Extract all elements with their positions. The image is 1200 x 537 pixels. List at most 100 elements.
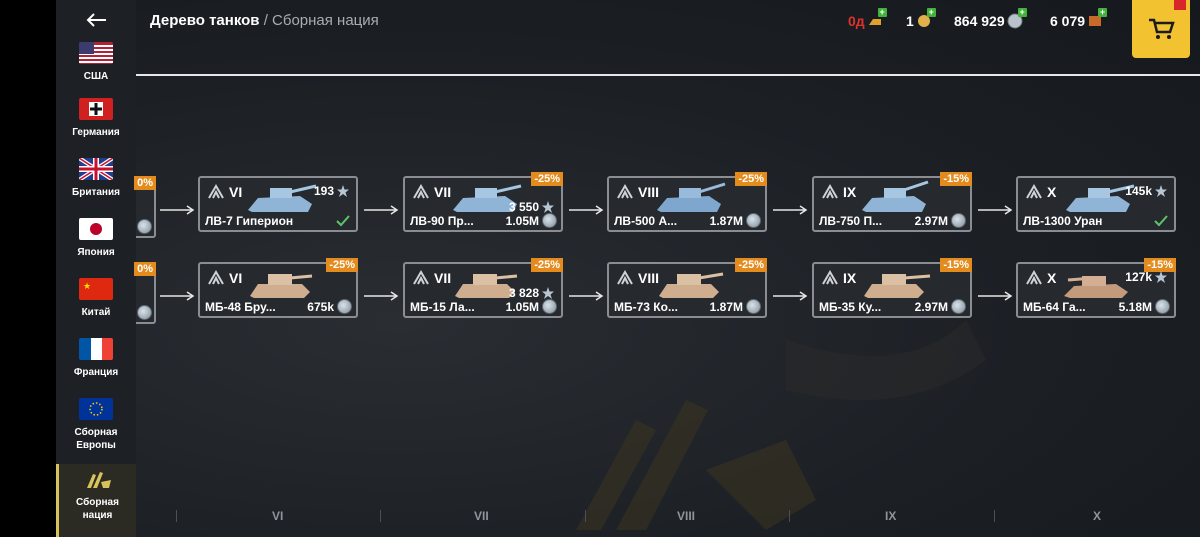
light-tank-class-icon <box>822 184 838 199</box>
discount-badge: -25% <box>531 258 563 272</box>
discount-badge: -15% <box>940 258 972 272</box>
tier-divider <box>585 510 586 522</box>
arrow-right-icon <box>160 291 195 301</box>
tank-price: 1.87M <box>709 300 743 314</box>
shop-notification-badge <box>1174 0 1186 10</box>
plus-icon: + <box>1098 7 1108 17</box>
page-title: Дерево танков / Сборная нация <box>150 12 379 29</box>
free-xp-star-icon <box>542 201 554 213</box>
tank-tier: X <box>1047 184 1057 200</box>
gold-value: 6 079 <box>1050 13 1086 29</box>
free-xp-star-icon <box>1155 271 1167 283</box>
medium-tank-class-icon <box>1026 270 1042 285</box>
arrow-right-icon <box>773 291 808 301</box>
tank-card[interactable]: VI 193 ЛВ-7 Гиперион <box>198 176 358 232</box>
credits-coin-icon <box>137 219 152 234</box>
credits-counter[interactable]: 864 929 + <box>954 8 1027 32</box>
title-main: Дерево танков <box>150 12 260 29</box>
nation-label: Германия <box>72 127 120 138</box>
nation-japan[interactable]: Япония <box>56 214 136 272</box>
shop-button[interactable] <box>1132 0 1190 58</box>
tank-name: ЛВ-500 А... <box>614 214 678 228</box>
flag-europe-icon <box>79 398 113 420</box>
booster-value: 1 <box>906 13 914 29</box>
credits-coin-icon <box>1155 299 1170 314</box>
tank-name: ЛВ-750 П... <box>819 214 883 228</box>
plus-icon: + <box>1017 7 1027 17</box>
tank-tier: X <box>1047 270 1057 286</box>
tech-tree-screen: США Германия Британия Япония ★ Китай Фра… <box>0 0 1200 537</box>
tank-card[interactable]: -15% X 127k МБ-64 Га... 5.18M <box>1016 258 1176 318</box>
breadcrumb-separator: / <box>263 12 268 29</box>
gold-icon: + <box>1087 8 1108 29</box>
tank-card[interactable]: X 145k ЛВ-1300 Уран <box>1016 176 1176 232</box>
flag-germany-icon <box>79 98 113 120</box>
tank-image <box>862 180 929 212</box>
tank-card[interactable]: -15% IX ЛВ-750 П... 2.97M <box>812 172 972 232</box>
tank-name: МБ-35 Ку... <box>819 300 882 314</box>
arrow-right-icon <box>978 205 1013 215</box>
nation-label: Франция <box>73 367 119 378</box>
tank-image <box>864 274 931 298</box>
tank-card-partial[interactable]: 0% <box>134 176 156 238</box>
arrow-right-icon <box>569 205 604 215</box>
tank-name: ЛВ-90 Пр... <box>410 214 474 228</box>
nation-usa[interactable]: США <box>56 38 136 96</box>
plus-icon: + <box>926 7 936 17</box>
nation-china[interactable]: ★ Китай <box>56 274 136 332</box>
tank-card[interactable]: -25% VI МБ-48 Бру... 675k <box>198 258 358 318</box>
tank-card[interactable]: -25% VIII ЛВ-500 А... 1.87M <box>607 172 767 232</box>
booster-counter[interactable]: 1 + <box>906 8 936 32</box>
nation-germany[interactable]: Германия <box>56 94 136 152</box>
credits-coin-icon: + <box>1007 8 1027 29</box>
svg-text:★: ★ <box>83 282 91 292</box>
researched-check-icon <box>336 215 350 227</box>
credits-coin-icon <box>951 213 966 228</box>
header-divider <box>136 74 1200 76</box>
tier-column-label: VI <box>272 509 284 523</box>
nation-label: США <box>83 71 109 82</box>
nation-france[interactable]: Франция <box>56 334 136 392</box>
tank-name: ЛВ-1300 Уран <box>1023 214 1103 228</box>
nation-label: Япония <box>77 247 115 258</box>
tank-card[interactable]: -15% IX МБ-35 Ку... 2.97M <box>812 258 972 318</box>
credits-coin-icon <box>137 305 152 320</box>
discount-badge: -25% <box>531 172 563 186</box>
nation-label: Британия <box>72 187 120 198</box>
tank-name: МБ-48 Бру... <box>205 300 276 314</box>
breadcrumb-current: Сборная нация <box>272 12 379 29</box>
tier-column-label: VIII <box>677 509 696 523</box>
tank-card-partial[interactable]: 0% <box>134 262 156 324</box>
tank-card[interactable]: -25% VII 3 828 МБ-15 Ла... 1.05M <box>403 258 563 318</box>
premium-time-counter[interactable]: 0д + <box>848 8 887 32</box>
gold-counter[interactable]: 6 079 + <box>1050 8 1108 32</box>
flag-uk-icon <box>79 158 113 180</box>
tank-xp: 3 550 <box>508 200 539 214</box>
discount-badge: -25% <box>735 172 767 186</box>
discount-badge: 0% <box>134 262 156 276</box>
tank-card[interactable]: -25% VII 3 550 ЛВ-90 Пр... 1.05M <box>403 172 563 232</box>
nation-label: Сборная Европы <box>74 427 118 451</box>
tank-price: 1.05M <box>505 300 539 314</box>
credits-value: 864 929 <box>954 13 1005 29</box>
nation-label: Сборная нация <box>76 497 119 521</box>
nation-europe[interactable]: Сборная Европы <box>56 394 136 462</box>
back-button[interactable] <box>76 6 116 34</box>
tank-xp: 127k <box>1125 270 1152 284</box>
arrow-right-icon <box>978 291 1013 301</box>
credits-coin-icon <box>337 299 352 314</box>
researched-check-icon <box>1154 215 1168 227</box>
arrow-left-icon <box>86 13 106 27</box>
flag-china-icon: ★ <box>79 278 113 300</box>
nation-uk[interactable]: Британия <box>56 154 136 212</box>
tank-image <box>250 274 313 298</box>
tank-name: МБ-15 Ла... <box>410 300 475 314</box>
tier-divider <box>994 510 995 522</box>
light-tank-class-icon <box>208 184 224 199</box>
arrow-right-icon <box>773 205 808 215</box>
nation-mixed[interactable]: Сборная нация <box>56 464 136 537</box>
discount-badge: -25% <box>326 258 358 272</box>
tank-card[interactable]: -25% VIII МБ-73 Ко... 1.87M <box>607 258 767 318</box>
medium-tank-class-icon <box>208 270 224 285</box>
screen-edge <box>0 0 56 537</box>
